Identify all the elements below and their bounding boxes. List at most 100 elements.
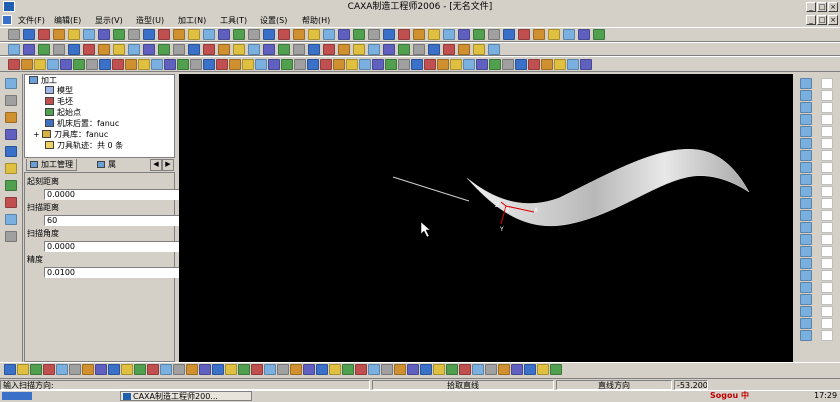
toolbar-icon[interactable] bbox=[443, 29, 455, 40]
toolbar-icon[interactable] bbox=[23, 29, 35, 40]
menu-help[interactable]: 帮助(H) bbox=[300, 14, 332, 27]
toolbar-icon[interactable] bbox=[138, 59, 150, 70]
toolbar-icon[interactable] bbox=[263, 29, 275, 40]
bottom-tool-icon[interactable] bbox=[485, 364, 497, 375]
toolbar-icon[interactable] bbox=[567, 59, 579, 70]
toolbar-icon[interactable] bbox=[533, 29, 545, 40]
right-tool-icon[interactable] bbox=[800, 138, 812, 149]
left-tool-icon[interactable] bbox=[5, 231, 17, 242]
bottom-tool-icon[interactable] bbox=[4, 364, 16, 375]
bottom-tool-icon[interactable] bbox=[420, 364, 432, 375]
toolbar-icon[interactable] bbox=[413, 44, 425, 55]
tab-attributes[interactable]: 属 bbox=[94, 159, 119, 170]
toolbar-icon[interactable] bbox=[34, 59, 46, 70]
toolbar-icon[interactable] bbox=[476, 59, 488, 70]
toolbar-icon[interactable] bbox=[203, 29, 215, 40]
toolbar-icon[interactable] bbox=[385, 59, 397, 70]
expand-toggle[interactable]: + bbox=[33, 130, 42, 140]
toolbar-icon[interactable] bbox=[8, 59, 20, 70]
toolbar-icon[interactable] bbox=[188, 29, 200, 40]
bottom-tool-icon[interactable] bbox=[303, 364, 315, 375]
right-tool-icon[interactable] bbox=[800, 318, 812, 329]
toolbar-icon[interactable] bbox=[86, 59, 98, 70]
bottom-tool-icon[interactable] bbox=[121, 364, 133, 375]
toolbar-icon[interactable] bbox=[320, 59, 332, 70]
right-tool-icon[interactable] bbox=[800, 186, 812, 197]
toolbar-icon[interactable] bbox=[53, 29, 65, 40]
right-tool-icon[interactable] bbox=[821, 246, 833, 257]
bottom-tool-icon[interactable] bbox=[147, 364, 159, 375]
scan-angle-input[interactable]: 0.0000 bbox=[44, 241, 198, 252]
bottom-tool-icon[interactable] bbox=[69, 364, 81, 375]
toolbar-icon[interactable] bbox=[99, 59, 111, 70]
bottom-tool-icon[interactable] bbox=[173, 364, 185, 375]
toolbar-icon[interactable] bbox=[338, 44, 350, 55]
toolbar-icon[interactable] bbox=[60, 59, 72, 70]
surface[interactable] bbox=[466, 148, 750, 227]
right-tool-icon[interactable] bbox=[800, 198, 812, 209]
bottom-tool-icon[interactable] bbox=[550, 364, 562, 375]
toolbar-icon[interactable] bbox=[68, 29, 80, 40]
right-tool-icon[interactable] bbox=[800, 294, 812, 305]
toolbar-icon[interactable] bbox=[203, 44, 215, 55]
right-tool-icon[interactable] bbox=[821, 210, 833, 221]
toolbar-icon[interactable] bbox=[458, 44, 470, 55]
toolbar-icon[interactable] bbox=[143, 29, 155, 40]
right-tool-icon[interactable] bbox=[821, 330, 833, 341]
toolbar-icon[interactable] bbox=[263, 44, 275, 55]
tab-scroll-left-button[interactable]: ◀ bbox=[150, 159, 162, 171]
right-tool-icon[interactable] bbox=[800, 246, 812, 257]
bottom-tool-icon[interactable] bbox=[316, 364, 328, 375]
menu-tools[interactable]: 工具(T) bbox=[218, 14, 249, 27]
toolbar-icon[interactable] bbox=[424, 59, 436, 70]
right-tool-icon[interactable] bbox=[821, 318, 833, 329]
toolbar-icon[interactable] bbox=[323, 29, 335, 40]
toolbar-icon[interactable] bbox=[398, 29, 410, 40]
toolbar-icon[interactable] bbox=[383, 29, 395, 40]
bottom-tool-icon[interactable] bbox=[160, 364, 172, 375]
bottom-tool-icon[interactable] bbox=[108, 364, 120, 375]
toolbar-icon[interactable] bbox=[113, 29, 125, 40]
right-tool-icon[interactable] bbox=[800, 270, 812, 281]
bottom-tool-icon[interactable] bbox=[43, 364, 55, 375]
menu-view[interactable]: 显示(V) bbox=[93, 14, 125, 27]
close-button[interactable]: × bbox=[828, 2, 838, 12]
toolbar-icon[interactable] bbox=[528, 59, 540, 70]
toolbar-icon[interactable] bbox=[518, 29, 530, 40]
toolbar-icon[interactable] bbox=[541, 59, 553, 70]
toolbar-icon[interactable] bbox=[383, 44, 395, 55]
toolbar-icon[interactable] bbox=[502, 59, 514, 70]
menu-file[interactable]: 文件(F) bbox=[16, 14, 47, 27]
toolbar-icon[interactable] bbox=[125, 59, 137, 70]
menu-edit[interactable]: 编辑(E) bbox=[52, 14, 83, 27]
toolbar-icon[interactable] bbox=[398, 59, 410, 70]
bottom-tool-icon[interactable] bbox=[433, 364, 445, 375]
toolbar-icon[interactable] bbox=[488, 29, 500, 40]
bottom-tool-icon[interactable] bbox=[199, 364, 211, 375]
right-tool-icon[interactable] bbox=[800, 282, 812, 293]
left-tool-icon[interactable] bbox=[5, 78, 17, 89]
toolbar-icon[interactable] bbox=[23, 44, 35, 55]
toolbar-icon[interactable] bbox=[428, 44, 440, 55]
document-icon[interactable] bbox=[2, 15, 12, 25]
toolbar-icon[interactable] bbox=[255, 59, 267, 70]
toolbar-icon[interactable] bbox=[411, 59, 423, 70]
toolbar-icon[interactable] bbox=[8, 44, 20, 55]
start-distance-input[interactable]: 0.0000 bbox=[44, 189, 198, 200]
toolbar-icon[interactable] bbox=[248, 44, 260, 55]
left-tool-icon[interactable] bbox=[5, 112, 17, 123]
toolbar-icon[interactable] bbox=[554, 59, 566, 70]
bottom-tool-icon[interactable] bbox=[251, 364, 263, 375]
toolbar-icon[interactable] bbox=[346, 59, 358, 70]
toolbar-icon[interactable] bbox=[128, 29, 140, 40]
toolbar-icon[interactable] bbox=[372, 59, 384, 70]
left-tool-icon[interactable] bbox=[5, 163, 17, 174]
toolbar-icon[interactable] bbox=[38, 44, 50, 55]
bottom-tool-icon[interactable] bbox=[82, 364, 94, 375]
toolbar-icon[interactable] bbox=[216, 59, 228, 70]
right-tool-icon[interactable] bbox=[800, 222, 812, 233]
toolbar-icon[interactable] bbox=[548, 29, 560, 40]
toolbar-icon[interactable] bbox=[83, 44, 95, 55]
bottom-tool-icon[interactable] bbox=[394, 364, 406, 375]
toolbar-icon[interactable] bbox=[488, 44, 500, 55]
